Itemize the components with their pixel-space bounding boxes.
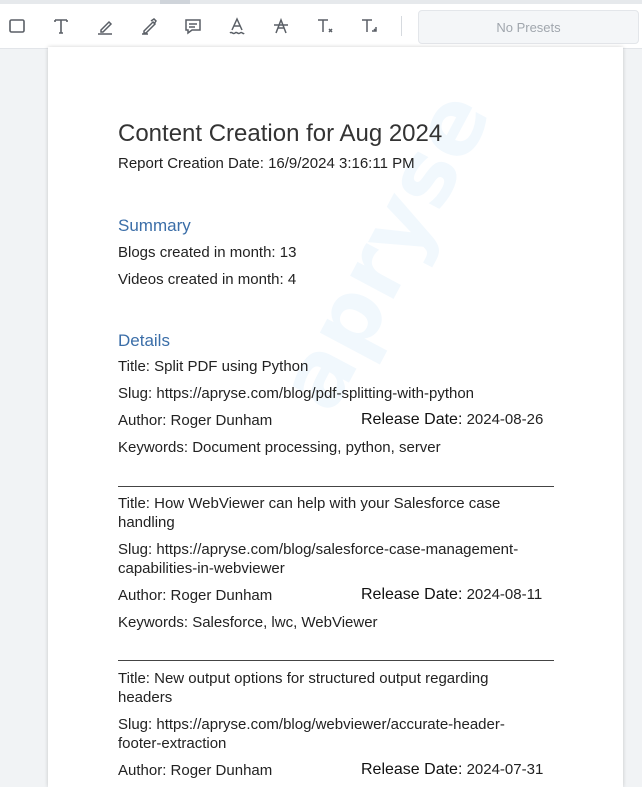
release-date-label: Release Date: (361, 411, 463, 428)
presets-dropdown[interactable]: No Presets (418, 10, 639, 44)
text-strikeout-icon (274, 17, 288, 34)
entry-keywords: Keywords: Salesforce, lwc, WebViewer (118, 614, 378, 631)
release-date-label: Release Date: (361, 761, 463, 778)
text-subscript-icon (318, 19, 333, 33)
entry-slug: Slug: https://apryse.com/blog/pdf-splitt… (118, 385, 475, 402)
top-strip (0, 0, 642, 4)
entry-slug: Slug: https://apryse.com/blog/webviewer/… (118, 716, 505, 752)
release-date-value: 2024-08-26 (466, 411, 544, 428)
presets-label: No Presets (496, 19, 561, 35)
videos-count: Videos created in month: 4 (118, 271, 297, 288)
squiggly-tool-button[interactable] (225, 14, 249, 38)
freehand-tool-button[interactable] (93, 14, 117, 38)
details-heading: Details (118, 331, 170, 350)
release-date-value: 2024-07-31 (466, 761, 544, 778)
report-creation-date: Report Creation Date: 16/9/2024 3:16:11 … (118, 155, 415, 172)
text-replace-icon (362, 19, 377, 32)
entry-author: Author: Roger Dunham (118, 587, 273, 604)
rectangle-icon (9, 19, 25, 33)
entry-slug: Slug: https://apryse.com/blog/salesforce… (118, 541, 519, 577)
rectangle-tool-button[interactable] (5, 14, 29, 38)
pen-icon (142, 18, 157, 35)
entry-divider (118, 660, 554, 661)
comment-icon (185, 19, 201, 35)
text-insert-tool-button[interactable] (313, 14, 337, 38)
text-underline-squiggly-icon (229, 17, 245, 35)
entry-release-date: Release Date: 2024-08-11 (361, 586, 542, 604)
document-page: apryse Content Creation for Aug 2024 Rep… (48, 47, 623, 787)
release-date-label: Release Date: (361, 586, 463, 603)
strikeout-tool-button[interactable] (269, 14, 293, 38)
pen-tool-button[interactable] (137, 14, 161, 38)
entry-title: Title: New output options for structured… (118, 670, 489, 706)
free-text-tool-button[interactable] (49, 14, 73, 38)
entry-divider (118, 486, 554, 487)
entry-release-date: Release Date: 2024-07-31 (361, 761, 543, 779)
entry-release-date: Release Date: 2024-08-26 (361, 411, 543, 429)
comment-tool-button[interactable] (181, 14, 205, 38)
entry-keywords: Keywords: Document processing, python, s… (118, 439, 441, 456)
entry-author: Author: Roger Dunham (118, 762, 273, 779)
document-title: Content Creation for Aug 2024 (118, 120, 443, 147)
toolbar-divider (401, 16, 402, 36)
tab-indicator (160, 0, 190, 4)
release-date-value: 2024-08-11 (466, 586, 543, 603)
text-replace-tool-button[interactable] (357, 14, 381, 38)
signature-pen-icon (98, 20, 113, 35)
entry-title: Title: How WebViewer can help with your … (118, 495, 501, 531)
entry-author: Author: Roger Dunham (118, 412, 273, 429)
summary-heading: Summary (118, 216, 191, 235)
annotation-toolbar: No Presets (0, 0, 642, 49)
text-icon (54, 19, 68, 34)
entry-title: Title: Split PDF using Python (118, 358, 309, 375)
blogs-count: Blogs created in month: 13 (118, 244, 297, 261)
